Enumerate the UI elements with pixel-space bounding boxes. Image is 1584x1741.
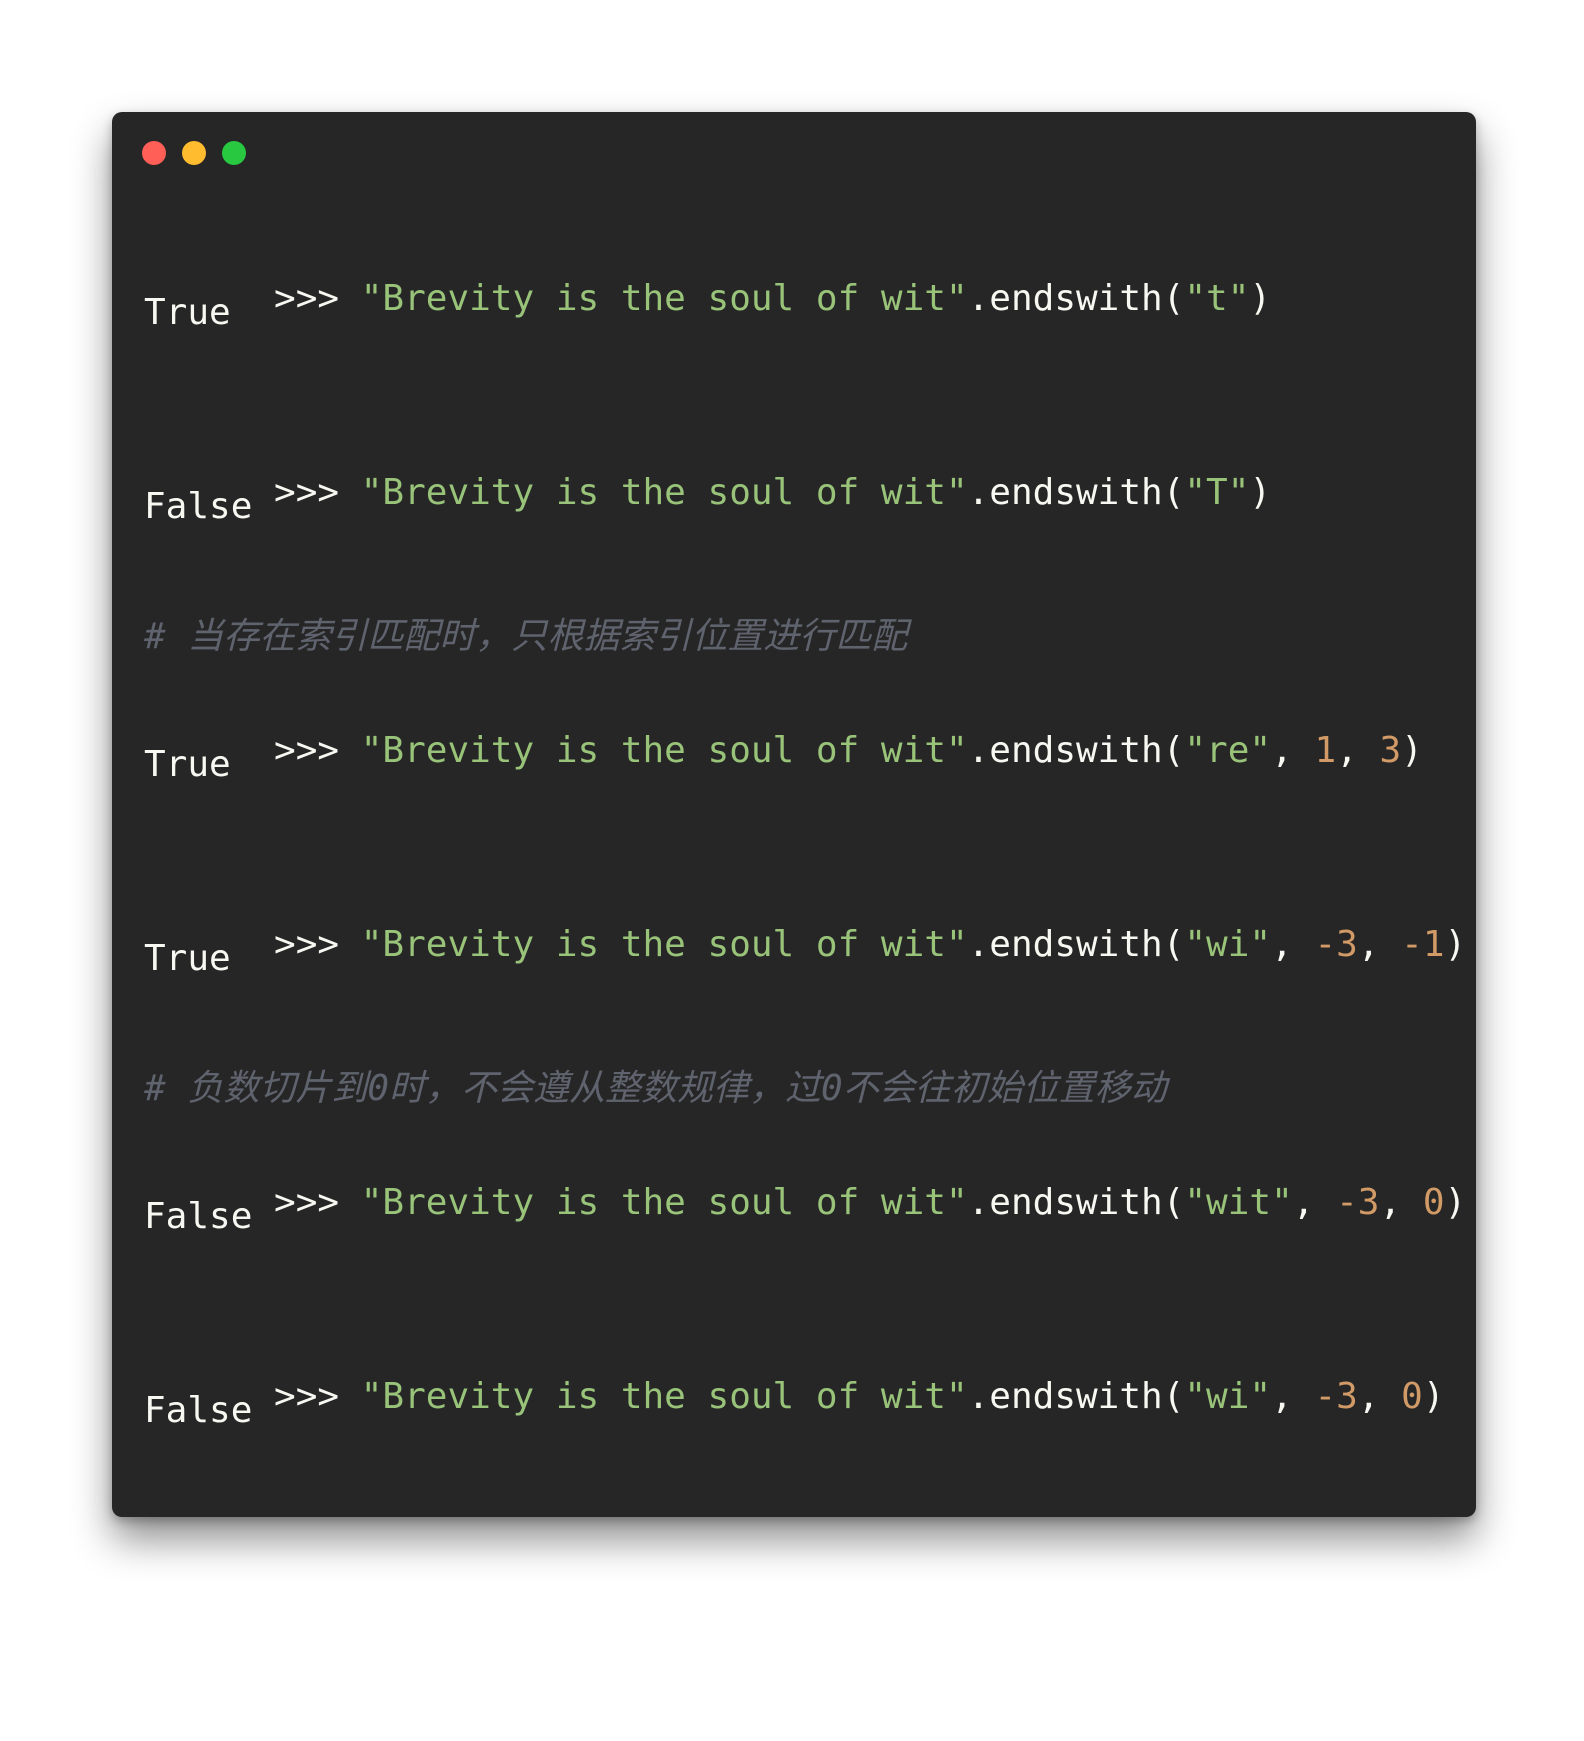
string-literal: "Brevity is the soul of wit" <box>360 1376 968 1417</box>
argument: -3 <box>1336 1182 1380 1223</box>
string-literal: "Brevity is the soul of wit" <box>360 278 968 319</box>
close-paren: ) <box>1422 1376 1445 1417</box>
code-line: >>> "Brevity is the soul of wit".endswit… <box>144 224 1271 319</box>
separator: , <box>1336 730 1380 771</box>
comment-line: # 当存在索引匹配时，只根据索引位置进行匹配 <box>144 616 908 657</box>
output-line: False <box>144 486 253 527</box>
separator: , <box>1292 1182 1337 1223</box>
separator: , <box>1271 1376 1315 1417</box>
output-line: False <box>144 1196 253 1237</box>
method-call: .endswith( <box>967 924 1185 965</box>
output-line: True <box>144 938 231 979</box>
repl-prompt: >>> <box>274 1182 361 1223</box>
repl-prompt: >>> <box>274 278 361 319</box>
separator: , <box>1379 1182 1423 1223</box>
close-paren: ) <box>1249 278 1272 319</box>
close-paren: ) <box>1444 1182 1467 1223</box>
method-call: .endswith( <box>967 730 1185 771</box>
argument: 3 <box>1379 730 1402 771</box>
window-controls <box>142 141 246 165</box>
method-call: .endswith( <box>967 278 1185 319</box>
argument: "wit" <box>1184 1182 1293 1223</box>
separator: , <box>1357 924 1402 965</box>
argument: "wi" <box>1184 1376 1272 1417</box>
output-line: True <box>144 744 231 785</box>
close-paren: ) <box>1249 472 1272 513</box>
code-line: >>> "Brevity is the soul of wit".endswit… <box>144 870 1466 965</box>
code-block: >>> "Brevity is the soul of wit".endswit… <box>144 224 1466 1741</box>
code-window: >>> "Brevity is the soul of wit".endswit… <box>112 112 1476 1517</box>
separator: , <box>1357 1376 1402 1417</box>
minimize-button[interactable] <box>182 141 206 165</box>
close-button[interactable] <box>142 141 166 165</box>
argument: 1 <box>1314 730 1337 771</box>
string-literal: "Brevity is the soul of wit" <box>360 472 968 513</box>
method-call: .endswith( <box>967 1376 1185 1417</box>
close-paren: ) <box>1444 924 1467 965</box>
argument: "t" <box>1184 278 1250 319</box>
method-call: .endswith( <box>967 1182 1185 1223</box>
code-line: >>> "Brevity is the soul of wit".endswit… <box>144 1322 1444 1417</box>
string-literal: "Brevity is the soul of wit" <box>360 924 968 965</box>
argument: "re" <box>1184 730 1272 771</box>
code-line: >>> "Brevity is the soul of wit".endswit… <box>144 1128 1466 1223</box>
argument: 0 <box>1401 1376 1423 1417</box>
string-literal: "Brevity is the soul of wit" <box>360 1182 968 1223</box>
separator: , <box>1271 730 1315 771</box>
comment-line: # 负数切片到0时，不会遵从整数规律，过0不会往初始位置移动 <box>144 1068 1167 1109</box>
argument: -3 <box>1314 924 1358 965</box>
zoom-button[interactable] <box>222 141 246 165</box>
string-literal: "Brevity is the soul of wit" <box>360 730 968 771</box>
code-line: >>> "Brevity is the soul of wit".endswit… <box>144 418 1271 513</box>
close-paren: ) <box>1401 730 1423 771</box>
separator: , <box>1271 924 1315 965</box>
argument: -1 <box>1401 924 1445 965</box>
argument: 0 <box>1422 1182 1445 1223</box>
repl-prompt: >>> <box>274 472 361 513</box>
output-line: False <box>144 1390 253 1431</box>
argument: -3 <box>1314 1376 1358 1417</box>
argument: "wi" <box>1184 924 1272 965</box>
argument: "T" <box>1184 472 1250 513</box>
method-call: .endswith( <box>967 472 1185 513</box>
code-line: >>> "Brevity is the soul of wit".endswit… <box>144 676 1423 771</box>
repl-prompt: >>> <box>274 924 361 965</box>
output-line: True <box>144 292 231 333</box>
repl-prompt: >>> <box>274 730 361 771</box>
repl-prompt: >>> <box>274 1376 361 1417</box>
